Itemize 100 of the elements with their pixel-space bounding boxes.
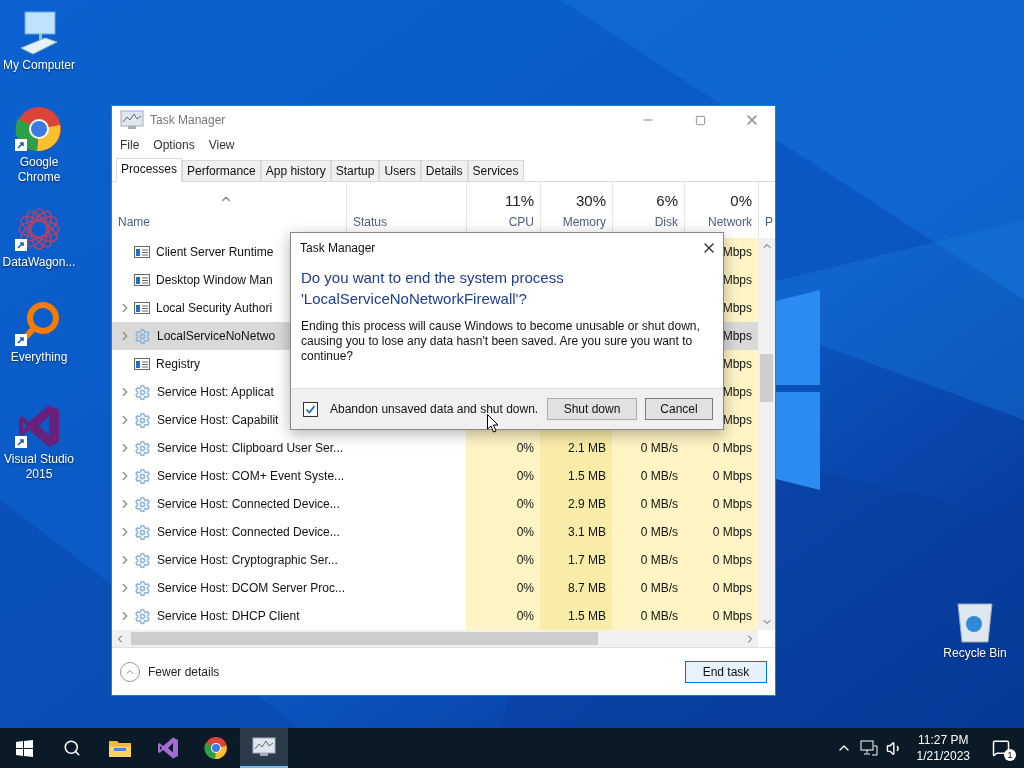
gear-icon — [134, 327, 151, 345]
process-name: Registry — [156, 357, 200, 371]
tab[interactable]: Processes — [116, 158, 183, 182]
table-cell: 0% — [466, 574, 540, 602]
window-icon — [134, 300, 150, 316]
clock[interactable]: 11:27 PM 1/21/2023 — [910, 732, 976, 764]
column-header[interactable]: Memory — [562, 215, 606, 229]
gear-icon — [134, 383, 151, 401]
tab[interactable]: Services — [467, 160, 524, 181]
folder-icon — [108, 738, 132, 758]
checkbox[interactable] — [303, 401, 318, 417]
process-row[interactable]: Service Host: COM+ Event Syste... 0% 1.5 MB 0 MB/s 0 Mbps — [112, 462, 758, 490]
process-name: Service Host: Connected Device... — [157, 497, 340, 511]
table-cell: 0% — [466, 602, 540, 630]
column-header[interactable]: Disk — [654, 215, 678, 229]
tab[interactable]: Performance — [182, 160, 261, 181]
process-row[interactable]: Service Host: DCOM Server Proc... 0% 8.7 MB 0 MB/s 0 Mbps — [112, 574, 758, 602]
gear-icon — [134, 523, 151, 541]
table-cell: 0% — [466, 518, 540, 546]
clock-date: 1/21/2023 — [916, 748, 970, 764]
table-cell: 1.5 MB — [540, 462, 612, 490]
window-icon — [134, 244, 150, 260]
process-name: Service Host: DCOM Server Proc... — [157, 581, 346, 595]
process-row[interactable]: Service Host: Clipboard User Ser... 0% 2.1 MB 0 MB/s 0 Mbps — [112, 434, 758, 462]
tab[interactable]: Users — [379, 160, 421, 181]
table-cell: 8.7 MB — [540, 574, 612, 602]
process-row[interactable]: Service Host: DHCP Client 0% 1.5 MB 0 MB/s 0 Mbps — [112, 602, 758, 630]
usage-percent: 30% — [575, 192, 606, 209]
process-name: Local Security Authori — [156, 301, 273, 315]
table-cell: 0 Mbps — [684, 546, 758, 574]
process-name: Service Host: Connected Device... — [157, 525, 340, 539]
gear-icon — [134, 439, 151, 457]
menu-item[interactable]: Options — [153, 138, 195, 152]
table-cell: 0 Mbps — [684, 490, 758, 518]
table-cell: 0% — [466, 462, 540, 490]
process-row[interactable]: Service Host: Connected Device... 0% 2.9 MB 0 MB/s 0 Mbps — [112, 490, 758, 518]
process-name: Desktop Window Man — [156, 273, 273, 287]
desktop-icon-label[interactable]: Recycle Bin — [943, 646, 1007, 661]
window-title: Task Manager — [150, 113, 227, 127]
table-cell: 0% — [466, 434, 540, 462]
shut-down-button[interactable]: Shut down — [547, 398, 637, 420]
menu-item[interactable]: View — [208, 138, 235, 152]
gear-icon — [134, 411, 151, 429]
tab[interactable]: Details — [420, 160, 468, 181]
usage-percent: 0% — [730, 192, 752, 209]
table-cell: 3.1 MB — [540, 518, 612, 546]
process-name: Service Host: Applicat — [157, 385, 274, 399]
table-cell: 0 MB/s — [612, 462, 684, 490]
fewer-details-link[interactable]: Fewer details — [148, 664, 220, 679]
process-name: Service Host: Capabilit — [157, 413, 279, 427]
column-header[interactable]: P — [765, 215, 773, 229]
dialog-heading: Do you want to end the system process 'LocalServiceNoNetworkFirewall'? — [300, 268, 565, 309]
column-header[interactable]: Name — [118, 215, 150, 229]
usage-percent: 6% — [656, 192, 678, 209]
browser-icon — [204, 736, 228, 760]
maximize-icon[interactable] — [694, 114, 706, 126]
taskbar-button[interactable] — [240, 728, 288, 768]
network-icon[interactable] — [859, 740, 878, 756]
desktop-icon-label[interactable]: Everything — [10, 350, 68, 365]
recycle-bin-icon — [954, 600, 996, 644]
process-name: Service Host: Cryptographic Ser... — [157, 553, 338, 567]
notification-icon[interactable] — [992, 739, 1010, 757]
process-name: LocalServiceNoNetwo — [157, 329, 276, 343]
table-cell: 0% — [466, 546, 540, 574]
table-cell: 0 Mbps — [684, 574, 758, 602]
column-header[interactable]: Network — [708, 215, 752, 229]
table-cell: 0 MB/s — [612, 490, 684, 518]
process-name: Client Server Runtime — [156, 245, 274, 259]
tab[interactable]: App history — [260, 160, 331, 181]
table-cell: 0 Mbps — [684, 434, 758, 462]
checkbox-label[interactable]: Abandon unsaved data and shut down. — [330, 402, 539, 416]
cancel-button[interactable]: Cancel — [645, 398, 713, 420]
clock-time: 11:27 PM — [918, 732, 969, 748]
desktop-icon-label[interactable]: Google Chrome — [0, 155, 78, 185]
process-name: Service Host: Clipboard User Ser... — [157, 441, 344, 455]
column-header[interactable]: CPU — [508, 215, 534, 229]
usage-percent: 11% — [505, 192, 534, 209]
table-cell: 0 MB/s — [612, 434, 684, 462]
desktop-icon-label[interactable]: DataWagon... — [2, 255, 76, 270]
column-header[interactable]: Status — [353, 215, 388, 229]
menu-item[interactable]: File — [120, 138, 140, 152]
start-icon[interactable] — [15, 739, 33, 757]
process-row[interactable]: Service Host: Cryptographic Ser... 0% 1.7 MB 0 MB/s 0 Mbps — [112, 546, 758, 574]
table-cell: 2.1 MB — [540, 434, 612, 462]
search-icon[interactable] — [63, 739, 81, 757]
process-row[interactable]: Service Host: Connected Device... 0% 3.1 MB 0 MB/s 0 Mbps — [112, 518, 758, 546]
scrollbar-thumb[interactable] — [760, 354, 773, 402]
notification-count: 1 — [1004, 749, 1016, 761]
table-cell: 0 MB/s — [612, 602, 684, 630]
tab[interactable]: Startup — [330, 160, 380, 181]
table-cell: 2.9 MB — [540, 490, 612, 518]
scrollbar-thumb[interactable] — [131, 632, 598, 645]
dialog-title: Task Manager — [300, 241, 376, 255]
desktop-icon-label[interactable]: Visual Studio 2015 — [0, 452, 78, 482]
end-task-button[interactable]: End task — [685, 660, 767, 683]
monitor-chart-icon — [252, 736, 276, 758]
window-icon — [134, 356, 150, 372]
process-name: Service Host: DHCP Client — [157, 609, 300, 623]
gear-icon — [134, 607, 151, 625]
desktop-icon-label[interactable]: My Computer — [3, 58, 75, 73]
